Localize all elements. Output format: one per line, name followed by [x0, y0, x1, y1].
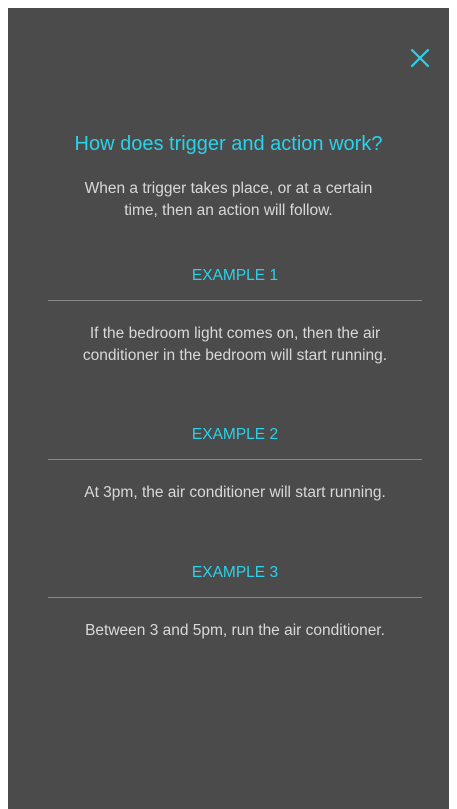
close-icon: [410, 48, 430, 68]
example-heading: EXAMPLE 3: [191, 564, 279, 581]
example-section: EXAMPLE 1 If the bedroom light comes on,…: [48, 266, 422, 367]
example-text: Between 3 and 5pm, run the air condition…: [85, 622, 385, 639]
example-text: At 3pm, the air conditioner will start r…: [84, 484, 386, 501]
divider: [48, 459, 422, 460]
example-heading: EXAMPLE 2: [191, 426, 279, 443]
close-button[interactable]: [409, 47, 431, 69]
help-dialog: How does trigger and action work? When a…: [8, 8, 449, 809]
divider: [48, 300, 422, 301]
example-heading: EXAMPLE 1: [191, 267, 279, 284]
example-text: If the bedroom light comes on, then the …: [82, 325, 388, 364]
dialog-title: How does trigger and action work?: [74, 133, 383, 155]
divider: [48, 597, 422, 598]
example-section: EXAMPLE 2 At 3pm, the air conditioner wi…: [48, 425, 422, 504]
intro-text: When a trigger takes place, or at a cert…: [84, 180, 373, 219]
example-section: EXAMPLE 3 Between 3 and 5pm, run the air…: [48, 563, 422, 642]
